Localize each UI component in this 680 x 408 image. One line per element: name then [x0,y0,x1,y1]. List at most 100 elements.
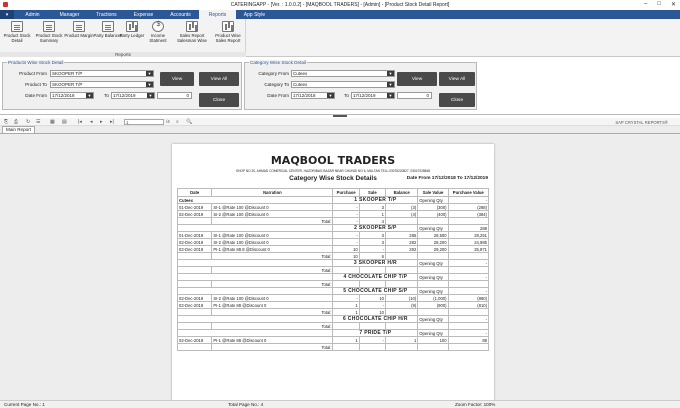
calendar-icon[interactable]: ▼ [387,93,394,98]
table-cell: - [332,210,360,218]
view-all-button[interactable]: View All [199,72,239,86]
product-name: 7 PRIDE T/P [332,329,419,337]
next-page-icon[interactable]: ▸ [100,119,103,125]
date-from-picker[interactable]: 17/12/2018 ▼ [50,92,94,99]
menu-tractions[interactable]: Tractions [88,10,125,19]
close-button[interactable]: Close [199,93,239,107]
zoom-icon[interactable]: 🔍 [186,119,192,125]
prev-page-icon[interactable]: ◂ [90,119,93,125]
table-cell: 282 [384,238,419,246]
product-stock-summary-button[interactable]: Product Stock Summary [34,21,64,43]
report-header-row: Date Narration Purchase Sale Balance Sal… [176,188,490,197]
calendar-icon[interactable]: ▼ [327,93,334,98]
product-header-row: Cuteex 1 SKOOPER T/P Opening Qty - [176,196,490,204]
tab-main-report[interactable]: Main Report [2,126,36,133]
table-cell: SI-1 @Rate 100 @Discount 0 [211,203,334,211]
col-sale: Sale [358,188,386,197]
number-field[interactable]: 0 [157,92,192,99]
opening-label: Opening Qty [417,259,449,267]
menu-manager[interactable]: Manager [51,10,88,19]
export-icon[interactable]: ⎘ [4,119,8,125]
maximize-button[interactable]: □ [657,1,661,8]
income-statment-button[interactable]: Income Statment [143,21,173,43]
table-cell: 88 [447,336,490,344]
table-cell [176,322,213,330]
table-cell: 29,200 [417,245,449,253]
cat-close-button[interactable]: Close [439,93,475,107]
splitter-grip[interactable] [333,115,347,117]
opening-label: Opening Qty [417,287,449,295]
table-cell [176,266,213,274]
find-icon[interactable]: ⌕ [176,119,179,125]
refresh-icon[interactable]: ↻ [26,119,30,125]
product-header-row: 2 SKOOPER S/P Opening Qty 288 [176,224,490,232]
ribbon-group-label: Reports [0,52,246,57]
cat-view-all-button[interactable]: View All [439,72,475,86]
print-icon[interactable]: ⎙ [14,119,18,125]
chevron-down-icon[interactable]: ▼ [387,71,394,76]
category-from-select[interactable]: Cuteex ▼ [291,70,395,77]
product-to-select[interactable]: SKOOPER T/P ▼ [50,81,154,88]
menu-accounts[interactable]: Accounts [162,10,199,19]
total-label: Total: [211,308,334,316]
page-number-input[interactable]: 1 [124,119,164,125]
opening-value: 288 [447,224,490,232]
col-narration: Narration [211,188,334,197]
table-cell [447,343,490,351]
opening-label: Opening Qty [417,196,449,204]
opening-value: - [447,329,490,337]
table-cell: 28,500 [417,231,449,239]
cat-view-button[interactable]: View [397,72,437,86]
menu-admin[interactable]: Admin [14,10,51,19]
product-margin-button[interactable]: Product Margin [64,21,94,38]
calendar-icon[interactable]: ▼ [86,93,93,98]
zoom-status: Zoom Factor: 100% [455,402,496,407]
chevron-down-icon[interactable]: ▼ [146,82,153,87]
parameters-icon[interactable]: ▤ [62,119,67,125]
table-row: 02-Dec-2019 PI-1 @Rate 88.8 @Discount 0 10… [176,245,490,253]
table-cell [447,252,490,260]
product-name: 4 CHOCOLATE CHIP T/P [332,273,419,281]
cat-date-to-picker[interactable]: 17/12/2019 ▼ [351,92,395,99]
first-page-icon[interactable]: |◂ [78,119,82,125]
product-wise-sales-button[interactable]: Product Wise Sales Report [211,21,245,43]
product-from-select[interactable]: SKOOPER T/P ▼ [50,70,154,77]
table-row: 02-Dec-2019 SI-2 @Rate 100 @Discount 0-1(… [176,210,490,218]
chevron-down-icon[interactable]: ▼ [387,82,394,87]
product-stock-detail-button[interactable]: Product Stock Detail [2,21,32,43]
menu-expense[interactable]: Expense [125,10,162,19]
chevron-down-icon[interactable]: ▼ [146,71,153,76]
date-to-picker[interactable]: 17/12/2019 ▼ [111,92,155,99]
table-cell: (288) [447,203,490,211]
category-name: Cuteex [176,196,334,204]
table-cell: 28,200 [417,238,449,246]
category-name [176,273,334,281]
group-tree-icon[interactable]: ▦ [50,119,55,125]
table-row: 02-Dec-2019 PI-1 @Rate 88 @Discount 0 1- (9… [176,301,490,309]
close-window-button[interactable]: ✕ [671,1,676,8]
menu-app-style[interactable]: App Style [236,10,273,19]
table-row: 02-Dec-2019 SI-2 @Rate 100 @Discount 0-10… [176,294,490,302]
table-cell: SI-2 @Rate 100 @Discount 0 [211,210,334,218]
minimize-button[interactable]: – [644,1,647,8]
table-cell: - [332,294,360,302]
sales-report-salesman-button[interactable]: Sales Report Salesman Wise [175,21,209,43]
cat-date-from-picker[interactable]: 17/12/2018 ▼ [291,92,335,99]
report-viewer[interactable]: MAQBOOL TRADERS SHOP NO 20, AHMAD COMERC… [0,133,680,400]
calendar-icon[interactable]: ▼ [147,93,154,98]
menu-reports[interactable]: Reports [199,10,236,19]
category-to-select[interactable]: Cuteex ▼ [291,81,395,88]
last-page-icon[interactable]: ▸| [110,119,114,125]
opening-value: - [447,315,490,323]
table-cell: 02-Dec-2019 [176,210,213,218]
table-cell: PI-1 @Rate 88.8 @Discount 0 [211,245,334,253]
table-cell: 28,251 [447,231,490,239]
view-button[interactable]: View [160,72,194,86]
table-cell: (1,000) [417,294,449,302]
opening-label: Opening Qty [417,329,449,337]
col-purchase: Purchase [332,188,360,197]
cat-number-field[interactable]: 0 [397,92,432,99]
file-menu[interactable]: ▾ [0,10,14,19]
total-label: Total: [211,266,334,274]
toggle-tree-icon[interactable]: ☰ [36,119,40,125]
